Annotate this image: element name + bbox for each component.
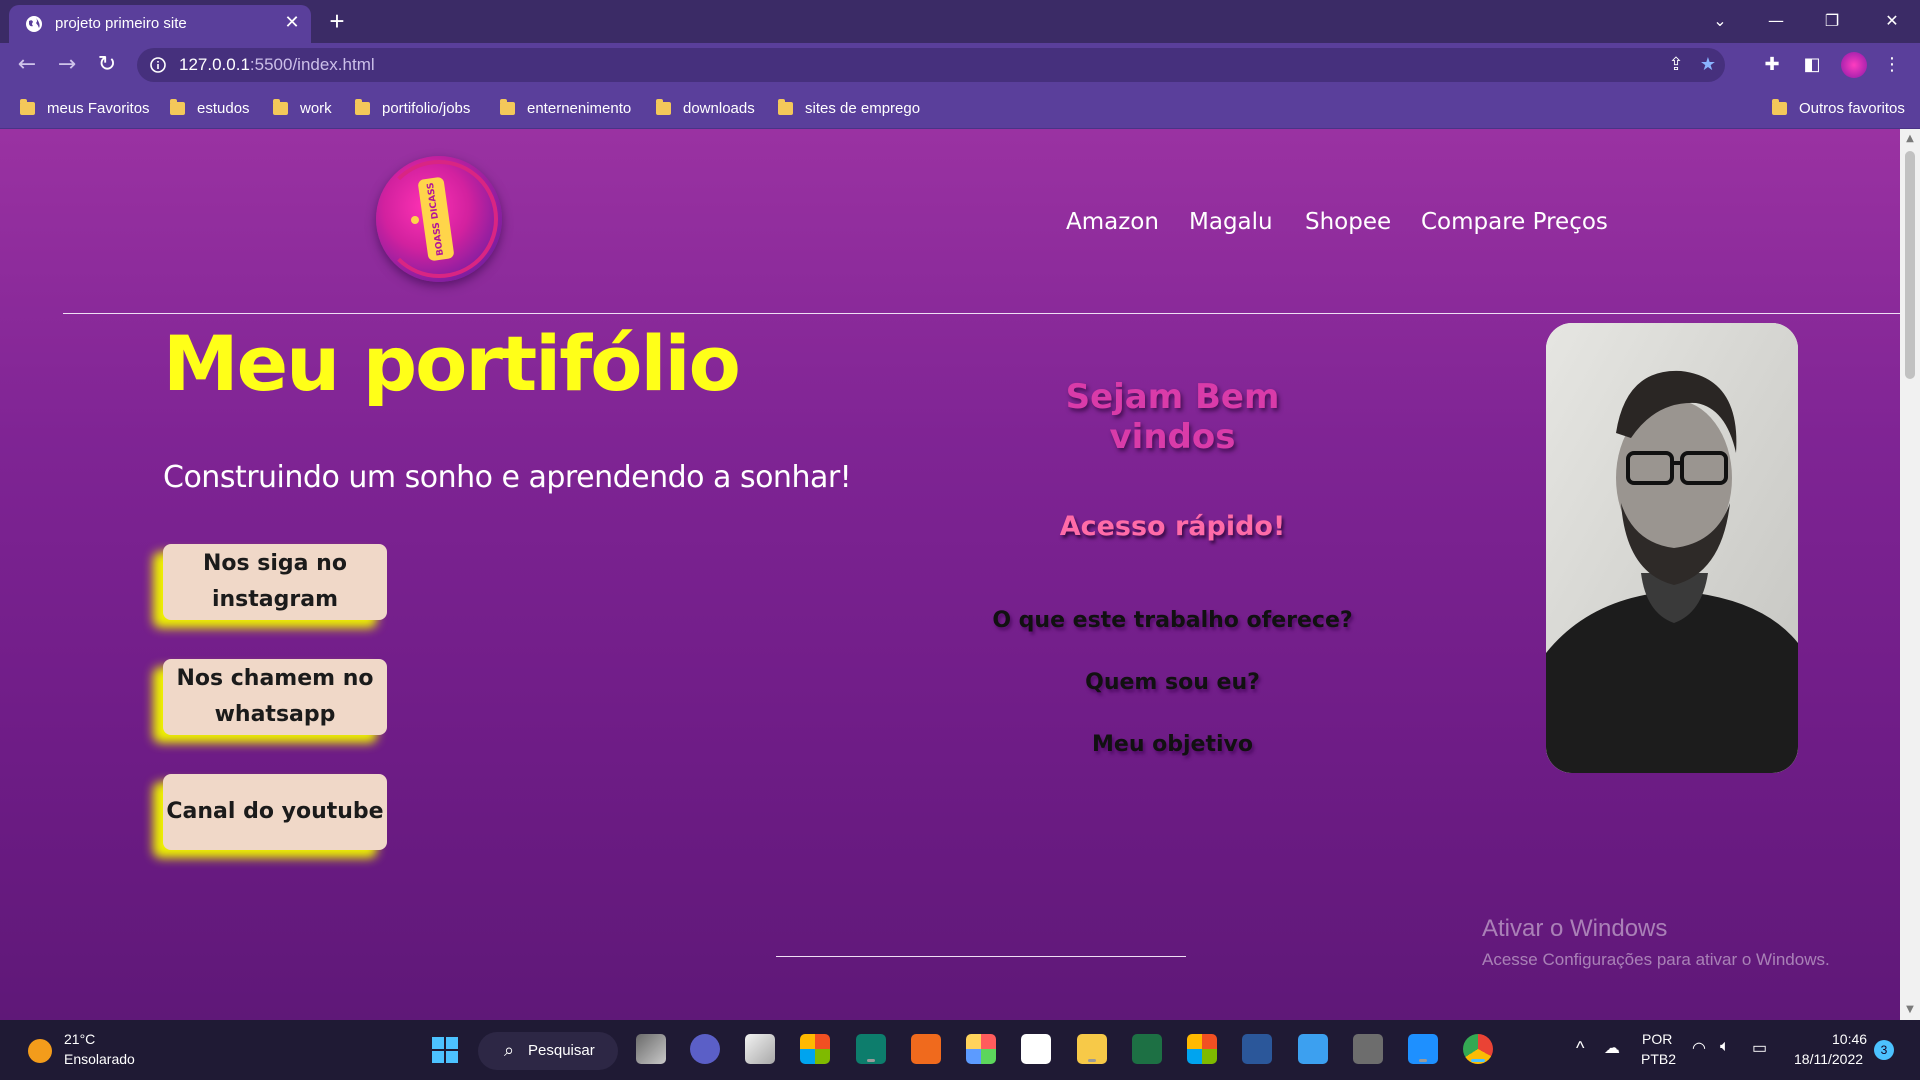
wifi-icon[interactable]: ◠ [1692,1038,1706,1058]
page-title: Meu portifólio [163,319,741,408]
restore-button[interactable]: ❐ [1812,6,1852,36]
scroll-up-icon[interactable]: ▲ [1904,133,1916,145]
nav-link-compare-precos[interactable]: Compare Preços [1421,209,1608,235]
app-icon[interactable] [856,1034,886,1064]
language-layout[interactable]: PTB2 [1641,1051,1676,1067]
browser-toolbar: ← → ↻ 127.0.0.1:5500/index.html ⇪ ★ ✚ ◧ … [0,43,1920,87]
menu-icon[interactable]: ⋮ [1880,53,1904,77]
quick-link-quem-sou-eu[interactable]: Quem sou eu? [960,670,1385,695]
excel-icon[interactable] [1132,1034,1162,1064]
folder-icon [355,98,370,115]
word-icon[interactable] [1242,1034,1272,1064]
tab-strip: projeto primeiro site ✕ + ⌄ — ❐ ✕ [0,0,1920,43]
app-icon[interactable] [745,1034,775,1064]
tab-title: projeto primeiro site [55,15,187,32]
folder-icon [500,98,515,115]
forward-icon[interactable]: → [53,51,81,79]
page-subtitle: Construindo um sonho e aprendendo a sonh… [163,460,852,495]
vscode-icon[interactable] [1408,1034,1438,1064]
notepad-icon[interactable] [1298,1034,1328,1064]
logo-text: BOASS DICASS [425,181,447,257]
notification-badge[interactable]: 3 [1874,1040,1894,1060]
nav-link-magalu[interactable]: Magalu [1189,209,1273,235]
onedrive-icon[interactable]: ☁ [1604,1038,1620,1058]
chrome-icon[interactable] [1463,1034,1493,1064]
close-tab-icon[interactable]: ✕ [281,12,303,34]
windows-taskbar: 21°C Ensolarado ⌕ Pesquisar ^ ☁ POR PTB2… [0,1020,1920,1080]
language-code[interactable]: POR [1642,1031,1672,1047]
calculator-icon[interactable] [1353,1034,1383,1064]
quick-link-oferece[interactable]: O que este trabalho oferece? [960,608,1385,633]
quick-link-objetivo[interactable]: Meu objetivo [960,732,1385,757]
back-icon[interactable]: ← [13,51,41,79]
bookmark-folder[interactable]: portifolio/jobs [355,97,470,119]
web-page: BOASS DICASS Amazon Magalu Shopee Compar… [0,129,1900,1020]
teams-icon[interactable] [690,1034,720,1064]
widgets-icon[interactable] [800,1034,830,1064]
tab-search-icon[interactable]: ⌄ [1700,6,1740,36]
app-icon[interactable] [966,1034,996,1064]
welcome-heading: Sejam Bem vindos [1065,377,1280,457]
folder-icon [170,98,185,115]
site-logo[interactable]: BOASS DICASS [376,156,502,282]
whatsapp-button[interactable]: Nos chamem no whatsapp [163,659,387,735]
bookmark-folder[interactable]: work [273,97,332,119]
header-divider [63,313,1900,314]
battery-icon[interactable]: ▭ [1752,1038,1767,1058]
minimize-button[interactable]: — [1756,6,1796,36]
clock-date[interactable]: 18/11/2022 [1794,1051,1863,1067]
bookmark-folder[interactable]: sites de emprego [778,97,920,119]
side-panel-icon[interactable]: ◧ [1800,53,1824,77]
start-button[interactable] [432,1037,458,1063]
bookmark-folder[interactable]: enternenimento [500,97,631,119]
search-icon: ⌕ [504,1040,515,1060]
browser-tab[interactable]: projeto primeiro site ✕ [9,5,311,43]
weather-description[interactable]: Ensolarado [64,1051,135,1067]
nav-link-shopee[interactable]: Shopee [1305,209,1391,235]
address-bar[interactable]: 127.0.0.1:5500/index.html ⇪ ★ [137,48,1725,82]
profile-photo [1546,323,1798,773]
page-scrollbar[interactable]: ▲ ▼ [1900,129,1920,1020]
bookmarks-bar: meus Favoritos estudos work portifolio/j… [0,87,1920,129]
sun-icon[interactable] [28,1039,52,1063]
extensions-icon[interactable]: ✚ [1760,53,1784,77]
footer-divider [776,956,1186,957]
store-icon[interactable] [1021,1034,1051,1064]
office-icon[interactable] [1187,1034,1217,1064]
clock-time[interactable]: 10:46 [1832,1031,1867,1047]
folder-icon [656,98,671,115]
new-tab-button[interactable]: + [323,7,351,35]
scroll-thumb[interactable] [1905,151,1915,379]
folder-icon [1772,98,1787,115]
globe-icon [26,16,42,32]
scroll-down-icon[interactable]: ▼ [1904,1004,1916,1016]
url-text: 127.0.0.1:5500/index.html [179,55,375,74]
other-bookmarks-folder[interactable]: Outros favoritos [1772,97,1905,119]
activation-watermark-text: Acesse Configurações para ativar o Windo… [1482,950,1830,969]
close-window-button[interactable]: ✕ [1872,6,1912,36]
bookmark-star-icon[interactable]: ★ [1697,54,1719,76]
folder-icon [20,98,35,115]
volume-icon[interactable]: 🔈︎ [1720,1038,1730,1056]
bookmark-folder[interactable]: meus Favoritos [20,97,150,119]
folder-icon [273,98,288,115]
profile-avatar[interactable] [1841,52,1867,78]
file-explorer-icon[interactable] [1077,1034,1107,1064]
nav-link-amazon[interactable]: Amazon [1066,209,1159,235]
activation-watermark-title: Ativar o Windows [1482,915,1668,942]
folder-icon [778,98,793,115]
weather-temperature[interactable]: 21°C [64,1031,95,1047]
chevron-up-icon[interactable]: ^ [1576,1038,1584,1059]
taskbar-search[interactable]: ⌕ Pesquisar [478,1032,618,1070]
reload-icon[interactable]: ↻ [93,51,121,79]
site-info-icon[interactable] [149,56,167,74]
bookmark-folder[interactable]: estudos [170,97,250,119]
quick-access-heading: Acesso rápido! [1059,511,1286,542]
instagram-button[interactable]: Nos siga no instagram [163,544,387,620]
bookmark-folder[interactable]: downloads [656,97,755,119]
share-icon[interactable]: ⇪ [1665,54,1687,76]
xampp-icon[interactable] [911,1034,941,1064]
task-view-icon[interactable] [636,1034,666,1064]
youtube-button[interactable]: Canal do youtube [163,774,387,850]
